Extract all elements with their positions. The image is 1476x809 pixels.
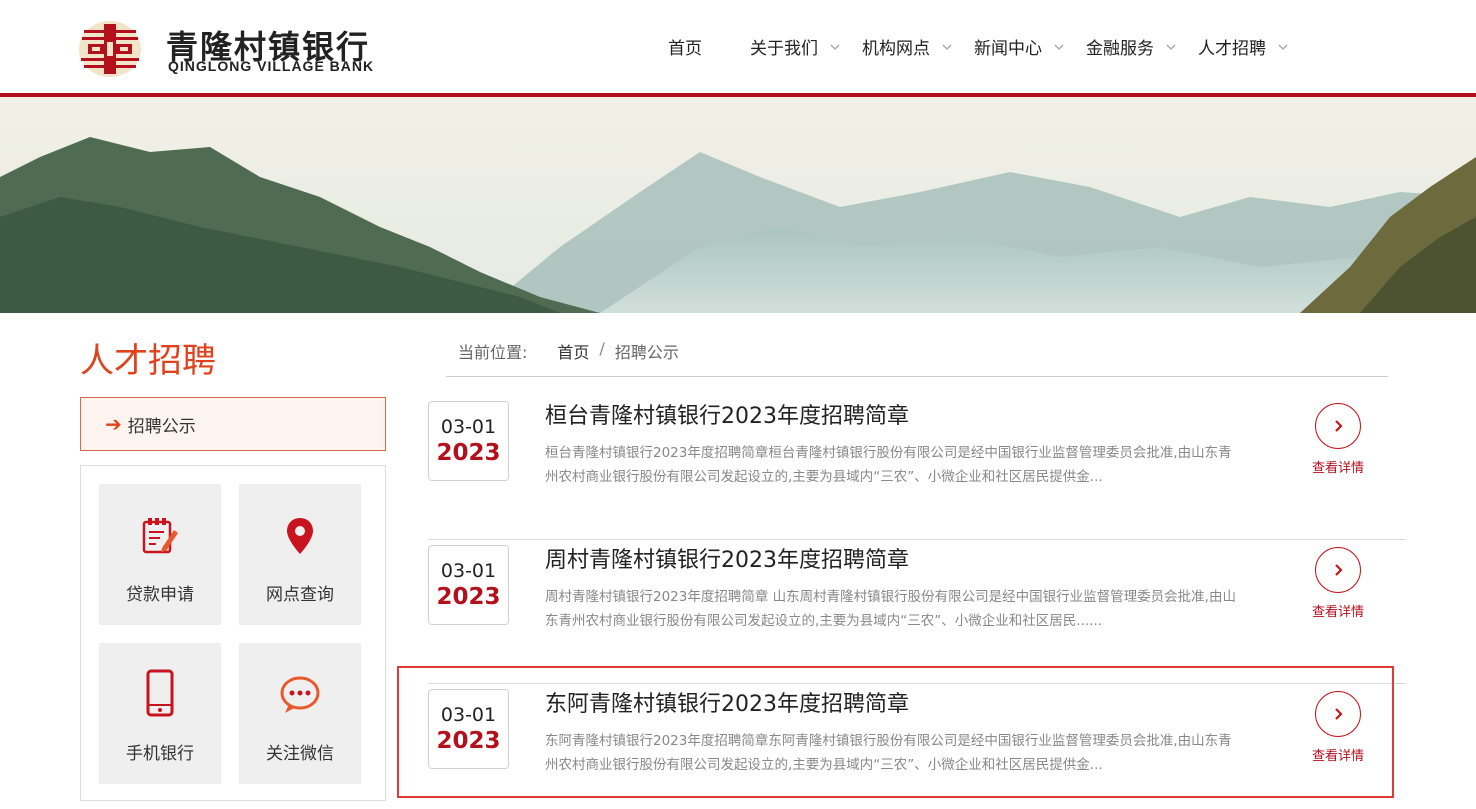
main-nav: 首页 关于我们 机构网点 新闻中心 金融服务 人才招聘 bbox=[640, 0, 1310, 93]
chevron-down-icon bbox=[830, 43, 840, 50]
list-item: 03-01 2023 桓台青隆村镇银行2023年度招聘简章 桓台青隆村镇银行20… bbox=[428, 396, 1406, 540]
view-details-button[interactable]: 查看详情 bbox=[1308, 403, 1368, 476]
bank-name-en: QINGLONG VILLAGE BANK bbox=[168, 58, 375, 74]
sidebar-title: 人才招聘 bbox=[80, 341, 216, 381]
article-title-link[interactable]: 东阿青隆村镇银行2023年度招聘简章 bbox=[545, 686, 909, 718]
quick-link-wechat[interactable]: 关注微信 bbox=[239, 643, 361, 784]
quick-link-branch-search-label: 网点查询 bbox=[266, 585, 334, 605]
quick-link-mobile-banking-label: 手机银行 bbox=[126, 744, 194, 764]
nav-careers-label: 人才招聘 bbox=[1198, 39, 1266, 59]
view-details-button[interactable]: 查看详情 bbox=[1308, 547, 1368, 620]
breadcrumb-label: 当前位置: bbox=[458, 343, 528, 362]
chevron-down-icon bbox=[1166, 43, 1176, 50]
breadcrumb-divider bbox=[446, 376, 1388, 377]
location-pin-icon bbox=[287, 518, 313, 554]
bank-logo[interactable]: 青隆村镇银行 QINGLONG VILLAGE BANK bbox=[78, 20, 448, 80]
loan-form-icon bbox=[142, 518, 178, 554]
date-month-day: 03-01 bbox=[440, 560, 497, 582]
chevron-right-circle-icon bbox=[1315, 691, 1361, 737]
quick-link-loan[interactable]: 贷款申请 bbox=[99, 484, 221, 625]
quick-links-panel: 贷款申请 网点查询 手机银行 关注微信 bbox=[80, 465, 386, 801]
article-summary: 东阿青隆村镇银行2023年度招聘简章东阿青隆村镇银行股份有限公司是经中国银行业监… bbox=[545, 733, 1232, 773]
date-year: 2023 bbox=[436, 584, 501, 610]
view-details-label: 查看详情 bbox=[1311, 749, 1364, 764]
nav-branches-label: 机构网点 bbox=[862, 39, 930, 59]
quick-link-branch-search[interactable]: 网点查询 bbox=[239, 484, 361, 625]
nav-finance[interactable]: 金融服务 bbox=[1086, 0, 1176, 93]
mobile-phone-icon bbox=[146, 669, 174, 717]
breadcrumb-separator: / bbox=[599, 339, 605, 358]
list-item: 03-01 2023 周村青隆村镇银行2023年度招聘简章 周村青隆村镇银行20… bbox=[428, 540, 1406, 684]
nav-branches[interactable]: 机构网点 bbox=[862, 0, 952, 93]
nav-home-label: 首页 bbox=[668, 39, 702, 59]
date-year: 2023 bbox=[436, 440, 501, 466]
wechat-chat-icon bbox=[280, 676, 320, 713]
list-item: 03-01 2023 东阿青隆村镇银行2023年度招聘简章 东阿青隆村镇银行20… bbox=[428, 684, 1406, 809]
chevron-down-icon bbox=[1054, 43, 1064, 50]
bank-emblem-icon bbox=[79, 21, 141, 77]
article-summary: 桓台青隆村镇银行2023年度招聘简章桓台青隆村镇银行股份有限公司是经中国银行业监… bbox=[545, 445, 1232, 485]
breadcrumb-home-link[interactable]: 首页 bbox=[557, 339, 589, 363]
hero-banner bbox=[0, 97, 1476, 313]
date-badge: 03-01 2023 bbox=[428, 689, 509, 769]
chevron-right-circle-icon bbox=[1315, 547, 1361, 593]
nav-news-label: 新闻中心 bbox=[974, 39, 1042, 59]
sidebar-item-label: 招聘公示 bbox=[127, 416, 196, 437]
date-badge: 03-01 2023 bbox=[428, 545, 509, 625]
view-details-button[interactable]: 查看详情 bbox=[1308, 691, 1368, 764]
quick-link-wechat-label: 关注微信 bbox=[266, 744, 334, 764]
quick-link-mobile-banking[interactable]: 手机银行 bbox=[99, 643, 221, 784]
nav-finance-label: 金融服务 bbox=[1086, 39, 1154, 59]
nav-about-label: 关于我们 bbox=[750, 39, 818, 59]
mountain-landscape-image bbox=[0, 97, 1476, 313]
nav-careers[interactable]: 人才招聘 bbox=[1198, 0, 1288, 93]
date-badge: 03-01 2023 bbox=[428, 401, 509, 481]
breadcrumb: 当前位置: 首页 / 招聘公示 bbox=[458, 339, 679, 363]
view-details-label: 查看详情 bbox=[1311, 461, 1364, 476]
quick-link-loan-label: 贷款申请 bbox=[126, 585, 194, 605]
breadcrumb-current: 招聘公示 bbox=[614, 343, 679, 362]
site-header: 青隆村镇银行 QINGLONG VILLAGE BANK 首页 关于我们 机构网… bbox=[0, 0, 1476, 93]
arrow-right-icon: ➔ bbox=[105, 412, 122, 436]
chevron-down-icon bbox=[942, 43, 952, 50]
nav-about[interactable]: 关于我们 bbox=[750, 0, 840, 93]
sidebar-item-recruitment-notice[interactable]: ➔ 招聘公示 bbox=[80, 397, 386, 451]
view-details-label: 查看详情 bbox=[1311, 605, 1364, 620]
date-month-day: 03-01 bbox=[440, 416, 497, 438]
chevron-down-icon bbox=[1278, 43, 1288, 50]
article-title-link[interactable]: 周村青隆村镇银行2023年度招聘简章 bbox=[545, 542, 909, 574]
chevron-right-circle-icon bbox=[1315, 403, 1361, 449]
nav-home[interactable]: 首页 bbox=[668, 0, 702, 93]
date-month-day: 03-01 bbox=[440, 704, 497, 726]
article-title-link[interactable]: 桓台青隆村镇银行2023年度招聘简章 bbox=[545, 398, 909, 430]
nav-news[interactable]: 新闻中心 bbox=[974, 0, 1064, 93]
date-year: 2023 bbox=[436, 728, 501, 754]
article-summary: 周村青隆村镇银行2023年度招聘简章 山东周村青隆村镇银行股份有限公司是经中国银… bbox=[545, 589, 1236, 629]
